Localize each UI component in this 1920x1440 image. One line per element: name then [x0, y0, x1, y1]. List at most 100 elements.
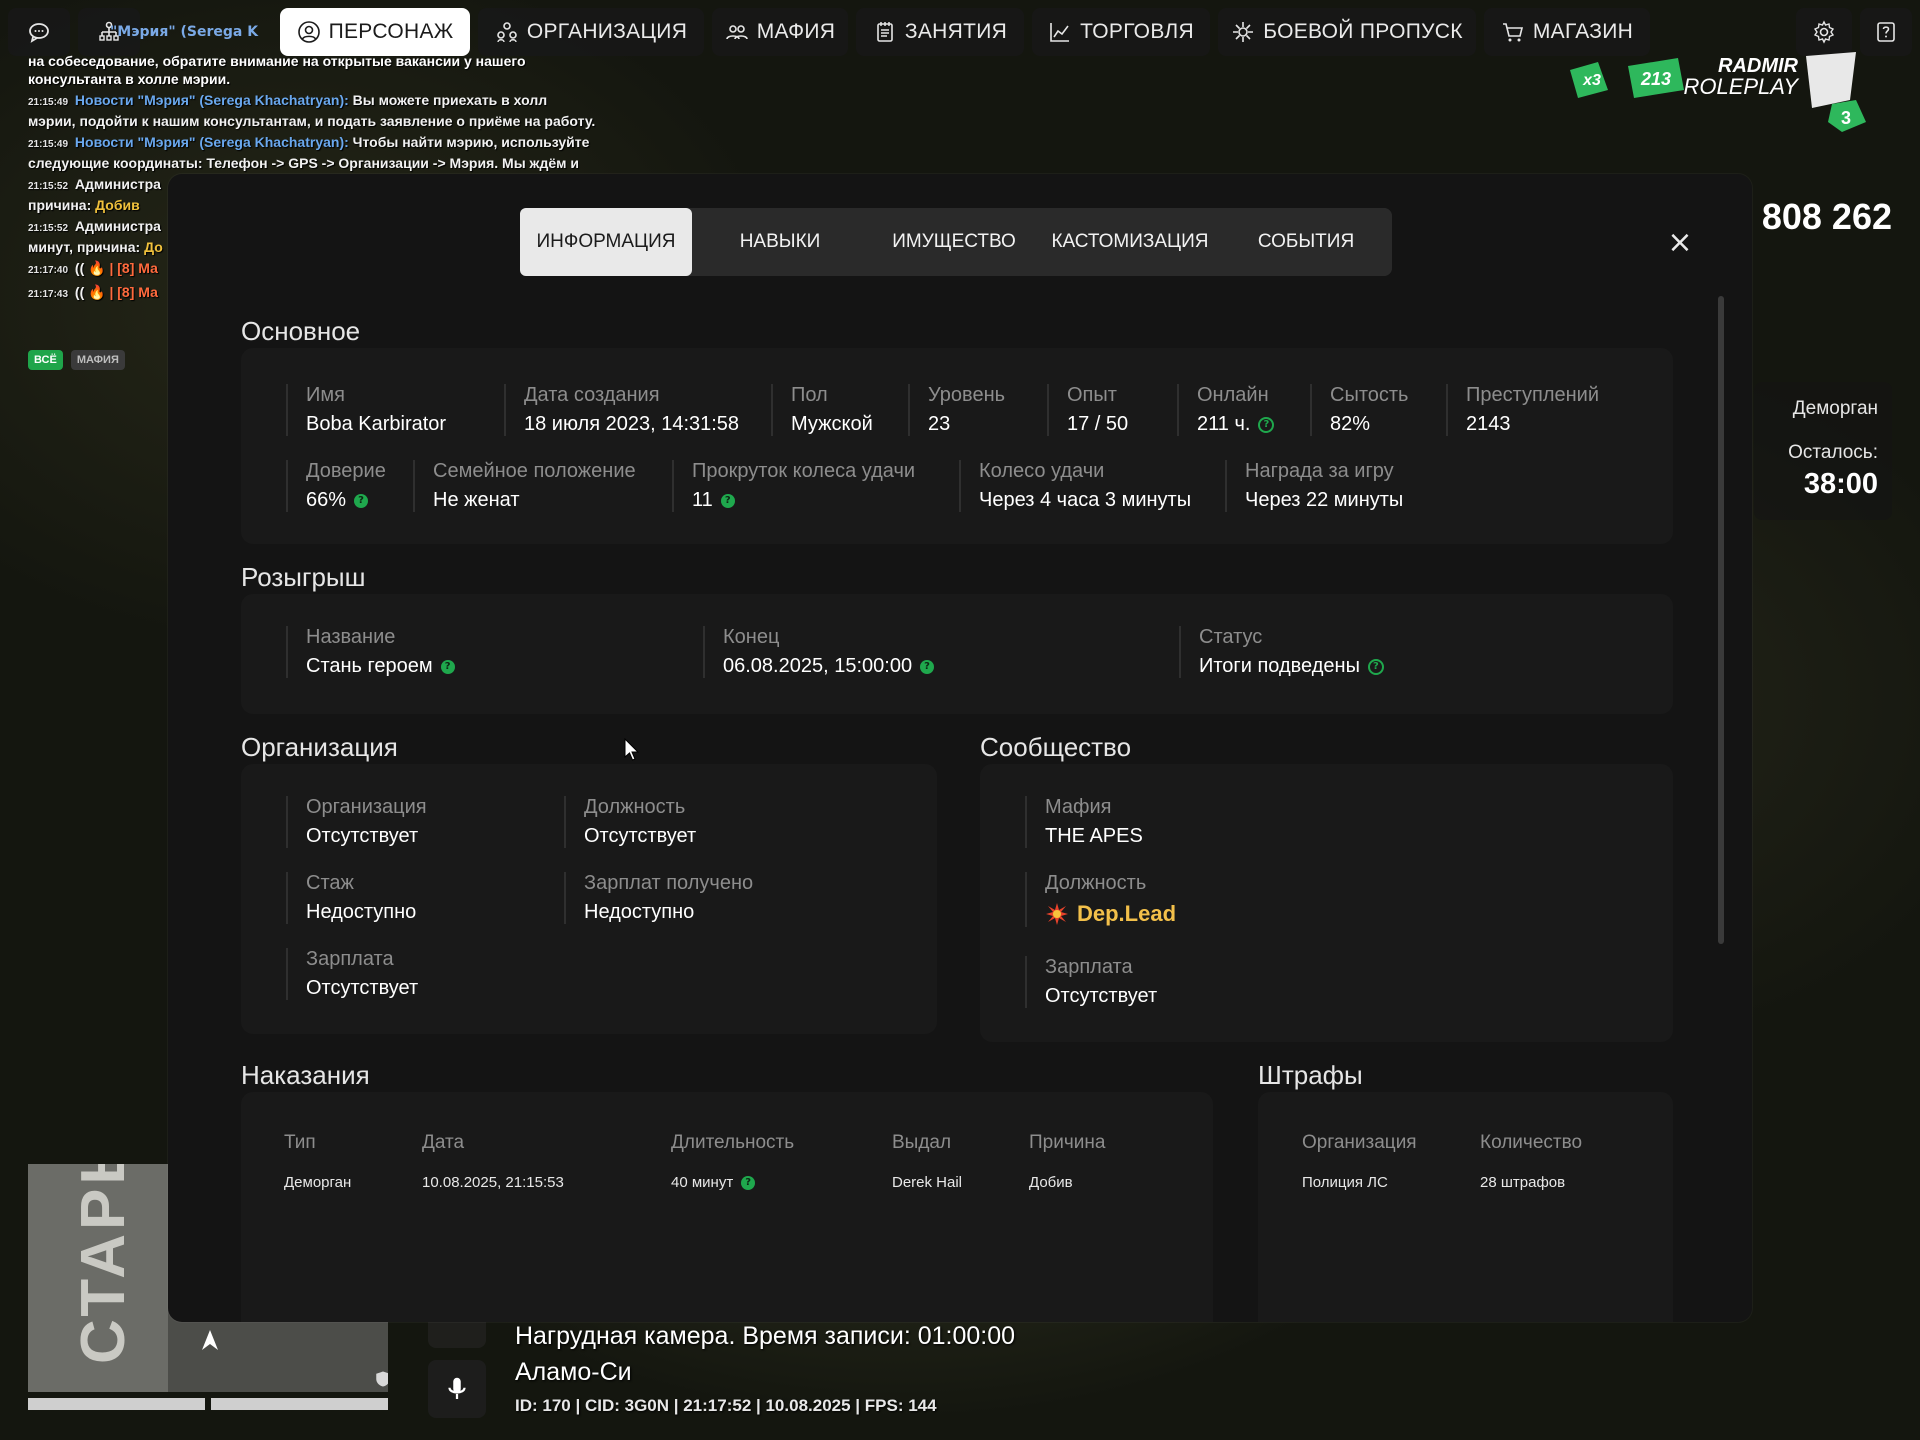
bodycam-status: Нагрудная камера. Время записи: 01:00:00 [515, 1322, 1016, 1350]
field-value: Недоступно [306, 901, 416, 924]
field-name: Имя Boba Karbirator [286, 384, 446, 436]
field-reward: Награда за игру Через 22 минуты [1225, 460, 1403, 512]
health-bar [28, 1398, 205, 1410]
nav-tab-activities[interactable]: ЗАНЯТИЯ [856, 8, 1024, 56]
field-value-text: Мужской [791, 413, 873, 435]
field-label: Должность [584, 796, 686, 818]
chat-bubble-icon [29, 23, 49, 43]
table-header: Длительность [671, 1132, 795, 1153]
gear-icon [1813, 20, 1835, 44]
field-label: Уровень [928, 384, 1006, 406]
field-label: Зарплата [306, 948, 394, 970]
remaining-label: Осталось: [1788, 442, 1878, 463]
field-value: Отсутствует [306, 825, 427, 848]
nav-tab-shop[interactable]: МАГАЗИН [1484, 8, 1650, 56]
field-org-name: Организация Отсутствует [286, 796, 427, 848]
table-cell-text: 40 минут [671, 1174, 734, 1191]
field-value: 2143 [1466, 413, 1599, 436]
field-value-text: Boba Karbirator [306, 413, 447, 435]
settings-button[interactable] [1796, 8, 1852, 56]
chat-filters: ВСЁ МАФИЯ [28, 350, 125, 370]
punishments-panel: Тип Дата Длительность Выдал Причина Демо… [241, 1092, 1213, 1322]
field-mafia-salary: Зарплата Отсутствует [1025, 956, 1157, 1008]
field-value: Не женат [433, 489, 636, 512]
nav-tab-mafia[interactable]: МАФИЯ [712, 8, 848, 56]
tab-property[interactable]: ИМУЩЕСТВО [868, 208, 1040, 276]
tab-customization[interactable]: КАСТОМИЗАЦИЯ [1042, 208, 1218, 276]
table-cell: Derek Hail [892, 1174, 963, 1191]
field-value-text: 17 / 50 [1067, 413, 1129, 435]
tab-skills[interactable]: НАВЫКИ [694, 208, 866, 276]
help-icon[interactable]: ? [1367, 658, 1384, 675]
table-header: Выдал [892, 1132, 952, 1153]
field-trust: Доверие 66%? [286, 460, 386, 512]
help-icon[interactable]: ? [440, 659, 455, 674]
field-value-text: 2143 [1466, 413, 1511, 435]
chat-sender: Администра [74, 218, 161, 234]
field-value: Итоги подведены? [1199, 655, 1384, 678]
chat-sender: Новости "Мэрия" (Serega Khachatryan): [74, 92, 349, 108]
field-value-text: THE APES [1045, 825, 1143, 847]
mouse-cursor-icon [624, 738, 640, 761]
chat-message: 🔥 | [8] Ма [88, 284, 158, 300]
online-count: 213 [1640, 69, 1671, 89]
radmir-emblem [1806, 52, 1856, 108]
help-button[interactable] [1860, 8, 1912, 56]
field-value: 23 [928, 413, 1005, 436]
fines-table: Организация Количество Полиция ЛС 28 штр… [1258, 1092, 1673, 1322]
chat-message: причина: [28, 197, 92, 213]
field-value-text: Не женат [433, 489, 520, 511]
chart-line-icon [1050, 23, 1070, 42]
tab-events[interactable]: СОБЫТИЯ [1220, 208, 1392, 276]
field-experience: Опыт 17 / 50 [1047, 384, 1128, 436]
nav-tab-trade[interactable]: ТОРГОВЛЯ [1032, 8, 1210, 56]
field-sex: Пол Мужской [771, 384, 873, 436]
field-org-paid: Зарплат получено Недоступно [564, 872, 753, 924]
nav-tab-battlepass[interactable]: БОЕВОЙ ПРОПУСК [1218, 8, 1476, 56]
chat-line: на собеседование, обратите внимание на о… [28, 52, 596, 88]
field-label: Колесо удачи [979, 460, 1105, 482]
chat-toggle-button[interactable] [8, 8, 70, 56]
field-label: Статус [1199, 626, 1263, 648]
field-label: Имя [306, 384, 345, 406]
section-title-basic: Основное [241, 316, 361, 346]
chat-message: минут, причина: [28, 239, 141, 255]
help-icon[interactable]: ? [741, 1175, 756, 1190]
field-level: Уровень 23 [908, 384, 1005, 436]
close-modal-button[interactable]: × [1660, 222, 1700, 262]
help-icon[interactable]: ? [720, 493, 735, 508]
microphone-button[interactable] [428, 1360, 486, 1418]
field-value: 211 ч.? [1197, 413, 1275, 436]
server-logo: x3 213 RADMIR ROLEPLAY 3 [1570, 52, 1866, 132]
field-value-text: 06.08.2025, 15:00:00 [723, 655, 913, 677]
chat-filter-mafia[interactable]: МАФИЯ [70, 350, 125, 370]
chat-timestamp: 21:15:52 [28, 223, 69, 234]
help-icon[interactable]: ? [354, 493, 369, 508]
field-label: Прокруток колеса удачи [692, 460, 916, 482]
field-label: Мафия [1045, 796, 1112, 818]
chat-filter-all[interactable]: ВСЁ [28, 350, 63, 370]
field-label: Организация [306, 796, 427, 818]
field-value-text: Отсутствует [306, 825, 419, 847]
tab-information[interactable]: ИНФОРМАЦИЯ [520, 208, 692, 276]
fines-panel: Организация Количество Полиция ЛС 28 штр… [1258, 1092, 1673, 1322]
nav-tab-label: БОЕВОЙ ПРОПУСК [1263, 20, 1463, 43]
field-value: Отсутствует [306, 977, 418, 1000]
chat-sender: (( [74, 284, 85, 300]
help-icon[interactable]: ? [920, 659, 935, 674]
field-value: Отсутствует [1045, 985, 1157, 1008]
field-value-text: Отсутствует [584, 825, 697, 847]
nav-tab-label: ТОРГОВЛЯ [1080, 20, 1194, 43]
field-value: Через 22 минуты [1245, 489, 1403, 512]
chat-sender: Администра [74, 176, 161, 192]
field-label: Дата создания [524, 384, 660, 406]
modal-scrollbar[interactable] [1718, 296, 1724, 944]
help-icon[interactable]: ? [1258, 416, 1275, 433]
chat-sender: (( [74, 260, 85, 276]
field-org-salary: Зарплата Отсутствует [286, 948, 418, 1000]
field-value-text: Итоги подведены [1199, 655, 1360, 677]
field-value: 82% [1330, 413, 1408, 436]
field-value-text: 11 [692, 489, 713, 511]
field-value-text: 18 июля 2023, 14:31:58 [524, 413, 740, 435]
table-cell: Добив [1029, 1174, 1073, 1191]
